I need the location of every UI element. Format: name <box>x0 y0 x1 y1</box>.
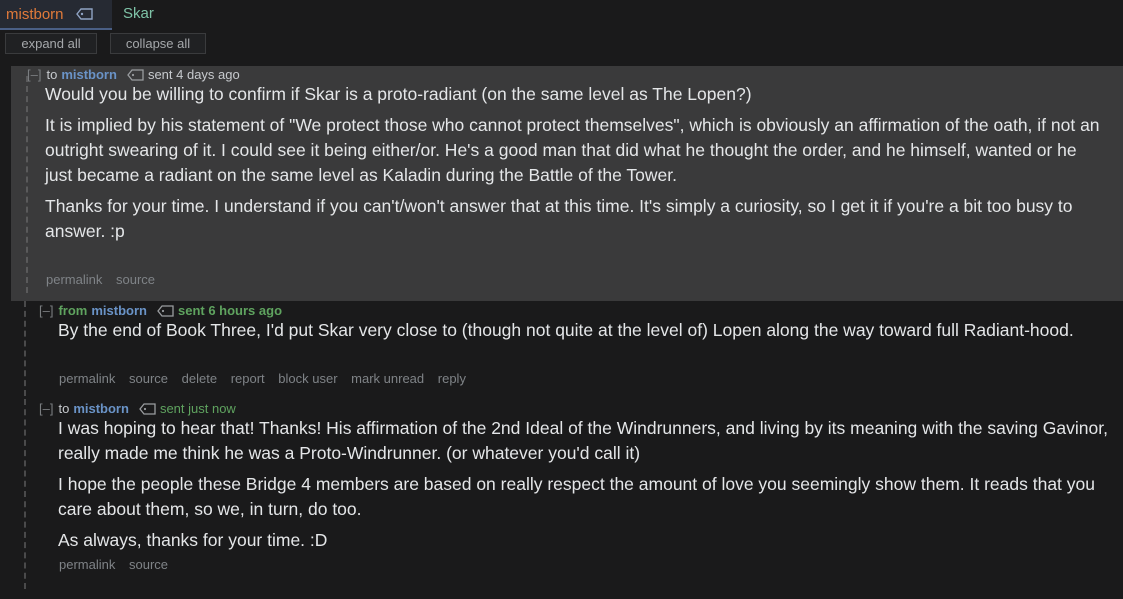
block-user-link[interactable]: block user <box>278 371 337 386</box>
message-author-link[interactable]: mistborn <box>91 303 147 318</box>
message-direction: from <box>58 303 88 318</box>
message-paragraph: I hope the people these Bridge 4 members… <box>58 474 1095 519</box>
conversation-user-tab[interactable]: mistborn <box>0 0 112 30</box>
message-paragraph: It is implied by his statement of "We pr… <box>45 115 1100 185</box>
report-link[interactable]: report <box>231 371 265 386</box>
source-link[interactable]: source <box>129 557 168 572</box>
thread-line <box>24 301 26 396</box>
message-paragraph: By the end of Book Three, I'd put Skar v… <box>58 320 1074 340</box>
message-topbar: mistborn Skar <box>0 0 1123 30</box>
message-author-link[interactable]: mistborn <box>73 401 129 416</box>
message-direction: to <box>46 67 58 82</box>
tag-icon[interactable] <box>75 8 94 20</box>
message-direction: to <box>58 401 70 416</box>
message-paragraph: Thanks for your time. I understand if yo… <box>45 196 1073 241</box>
message-item: [–] to mistborn sent 4 days ago Would yo… <box>11 66 1123 301</box>
source-link[interactable]: source <box>129 371 168 386</box>
mark-unread-link[interactable]: mark unread <box>351 371 424 386</box>
permalink-link[interactable]: permalink <box>59 557 115 572</box>
message-timestamp: sent just now <box>159 401 236 416</box>
collapse-all-button[interactable]: collapse all <box>110 33 206 54</box>
message-paragraph: As always, thanks for your time. :D <box>58 530 328 550</box>
tag-icon[interactable] <box>127 68 145 81</box>
collapse-toggle[interactable]: [–] <box>39 401 53 416</box>
message-header: [–] to mistborn sent just now <box>39 401 236 416</box>
expand-all-button[interactable]: expand all <box>5 33 97 54</box>
thread-line <box>24 399 26 589</box>
conversation-subject: Skar <box>123 5 154 22</box>
collapse-toggle[interactable]: [–] <box>39 303 53 318</box>
permalink-link[interactable]: permalink <box>59 371 115 386</box>
message-item: [–] from mistborn sent 6 hours ago By th… <box>24 301 1123 396</box>
message-body: I was hoping to hear that! Thanks! His a… <box>58 416 1118 559</box>
tag-icon[interactable] <box>139 402 157 415</box>
message-body: By the end of Book Three, I'd put Skar v… <box>58 318 1118 349</box>
thread-line <box>26 76 28 293</box>
permalink-link[interactable]: permalink <box>46 272 102 287</box>
message-author-link[interactable]: mistborn <box>61 67 117 82</box>
message-actions: permalink source <box>46 272 165 287</box>
conversation-user-name[interactable]: mistborn <box>6 6 64 23</box>
source-link[interactable]: source <box>116 272 155 287</box>
reply-link[interactable]: reply <box>438 371 466 386</box>
message-paragraph: Would you be willing to confirm if Skar … <box>45 84 752 104</box>
message-header: [–] from mistborn sent 6 hours ago <box>39 303 282 318</box>
message-actions: permalink source delete report block use… <box>59 371 476 386</box>
collapse-toggle[interactable]: [–] <box>27 67 41 82</box>
message-body: Would you be willing to confirm if Skar … <box>45 82 1105 250</box>
delete-link[interactable]: delete <box>182 371 217 386</box>
message-paragraph: I was hoping to hear that! Thanks! His a… <box>58 418 1108 463</box>
message-actions: permalink source <box>59 557 178 572</box>
message-item: [–] to mistborn sent just now I was hopi… <box>24 399 1123 589</box>
message-header: [–] to mistborn sent 4 days ago <box>27 67 240 82</box>
tag-icon[interactable] <box>157 304 175 317</box>
message-timestamp: sent 6 hours ago <box>177 303 283 318</box>
message-timestamp: sent 4 days ago <box>147 67 240 82</box>
